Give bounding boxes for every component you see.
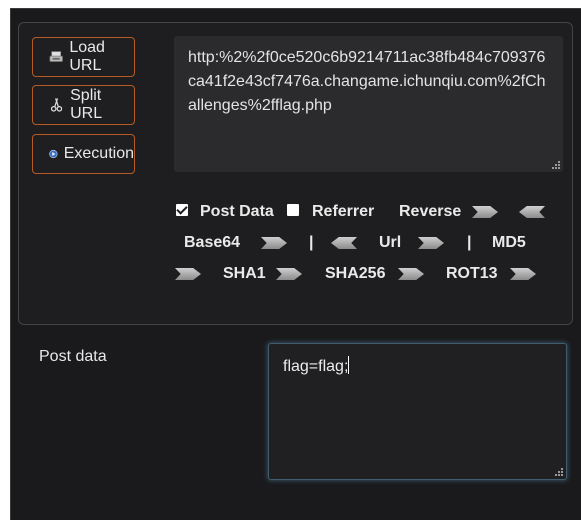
post-data-option[interactable]: Post Data [200, 203, 274, 221]
base64-encode-arrow-icon[interactable] [261, 237, 287, 249]
referrer-option[interactable]: Referrer [312, 203, 374, 221]
reverse-option[interactable]: Reverse [399, 203, 461, 221]
url-encode-arrow-icon[interactable] [418, 237, 444, 249]
execution-button[interactable]: Execution [32, 134, 135, 174]
rot13-arrow-icon[interactable] [510, 268, 536, 280]
reverse-left-arrow-icon[interactable] [519, 206, 545, 218]
url-decode-arrow-icon[interactable] [331, 237, 357, 249]
separator: | [467, 234, 472, 251]
base64-option[interactable]: Base64 [184, 234, 240, 252]
post-data-text: flag=flag; [283, 358, 349, 375]
url-option[interactable]: Url [379, 234, 401, 252]
separator: | [309, 234, 314, 251]
md5-arrow-icon[interactable] [175, 268, 201, 280]
options-row-2: Base64 | Url | MD5 [174, 234, 563, 254]
post-data-textarea[interactable]: flag=flag; [268, 343, 567, 480]
split-url-label: Split URL [70, 87, 103, 122]
options-row-3: SHA1 SHA256 ROT13 [174, 265, 563, 285]
post-data-checkbox[interactable] [176, 204, 188, 216]
url-text: http:%2%2f0ce520c6b9214711ac38fb484c7093… [188, 49, 546, 114]
play-icon [49, 149, 58, 159]
sha256-option[interactable]: SHA256 [325, 265, 385, 283]
text-caret [348, 356, 350, 374]
execution-label: Execution [63, 145, 134, 162]
hackbar-panel: Load URL Split URL Execution http:%2%2f0… [10, 8, 581, 520]
url-textarea[interactable]: http:%2%2f0ce520c6b9214711ac38fb484c7093… [174, 36, 563, 172]
sha256-arrow-icon[interactable] [398, 268, 424, 280]
rot13-option[interactable]: ROT13 [446, 265, 498, 283]
referrer-checkbox[interactable] [287, 204, 299, 216]
url-fieldset: Load URL Split URL Execution http:%2%2f0… [18, 22, 573, 325]
split-url-button[interactable]: Split URL [32, 85, 135, 125]
load-url-button[interactable]: Load URL [32, 37, 135, 77]
resize-handle[interactable] [554, 467, 563, 476]
load-url-label: Load URL [69, 39, 105, 74]
post-data-label: Post data [39, 348, 107, 365]
scissors-icon [50, 98, 63, 112]
resize-handle[interactable] [551, 160, 560, 169]
options-row-1: Post Data Referrer Reverse [174, 203, 563, 223]
sha1-option[interactable]: SHA1 [223, 265, 266, 283]
md5-option[interactable]: MD5 [492, 234, 526, 252]
sha1-arrow-icon[interactable] [276, 268, 302, 280]
reverse-right-arrow-icon[interactable] [472, 206, 498, 218]
load-url-icon [49, 51, 63, 62]
